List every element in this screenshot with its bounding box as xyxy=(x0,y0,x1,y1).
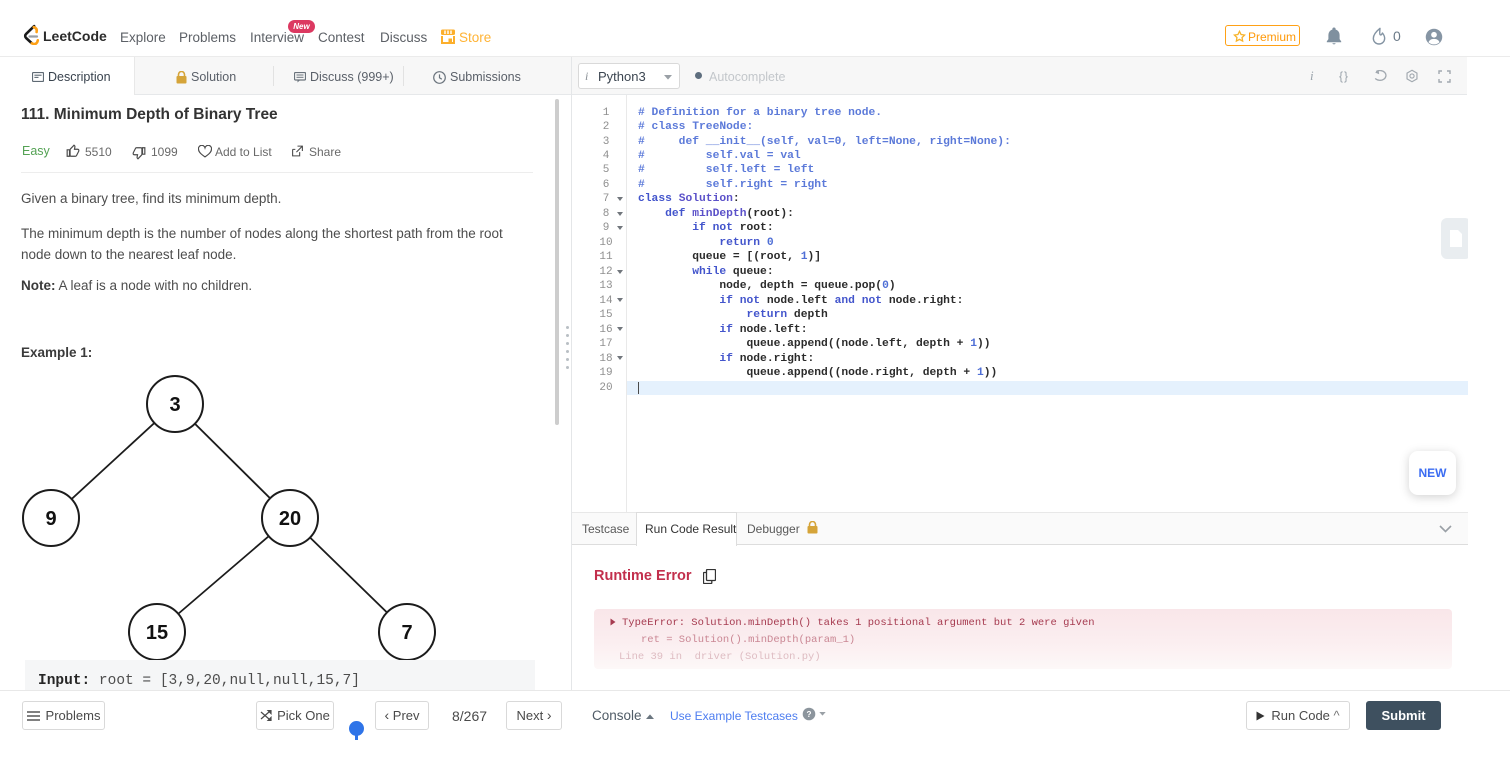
svg-text:3: 3 xyxy=(169,394,180,416)
svg-text:15: 15 xyxy=(146,622,168,644)
svg-text:7: 7 xyxy=(401,622,412,644)
svg-text:?: ? xyxy=(807,710,812,719)
svg-text:20: 20 xyxy=(279,508,301,530)
svg-text:9: 9 xyxy=(45,508,56,530)
